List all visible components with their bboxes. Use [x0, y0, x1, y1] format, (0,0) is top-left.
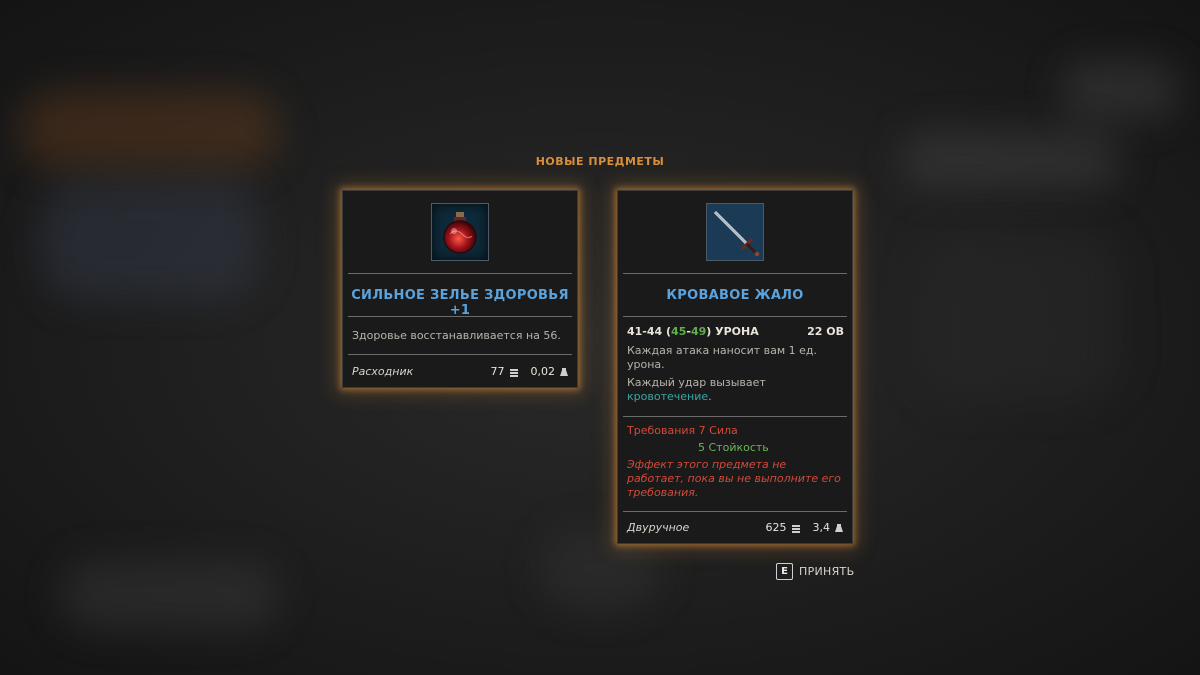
requirements-endurance: 5 Стойкость [698, 441, 769, 454]
item-card-potion[interactable]: СИЛЬНОЕ ЗЕЛЬЕ ЗДОРОВЬЯ +1 Здоровье восст… [342, 190, 578, 388]
background-blur [920, 230, 1120, 400]
requirements-strength: Требования 7 Сила [627, 424, 738, 437]
key-e-hint: E [776, 563, 793, 580]
item-card-sword[interactable]: КРОВАВОЕ ЖАЛО 41-44 (45-49) УРОНА 22 ОВ … [617, 190, 853, 544]
weight-icon [560, 367, 568, 376]
item-type: Расходник [352, 365, 414, 378]
item-stats: 77 0,02 [491, 365, 570, 378]
item-value: 77 [490, 365, 505, 378]
weight-icon [835, 523, 843, 532]
health-potion-icon [431, 203, 489, 261]
divider [348, 316, 572, 317]
background-blur [40, 180, 260, 300]
accept-button[interactable]: E ПРИНЯТЬ [776, 563, 854, 580]
divider [623, 273, 847, 274]
effect-self-damage: Каждая атака наносит вам 1 ед. урона. [627, 344, 818, 371]
item-stats: 625 3,4 [766, 521, 845, 534]
damage-bonus-low: 45 [671, 325, 687, 338]
new-items-title: НОВЫЕ ПРЕДМЕТЫ [535, 155, 665, 168]
bleed-link[interactable]: кровотечение. [627, 390, 843, 404]
divider [348, 354, 572, 355]
coins-icon [791, 524, 800, 533]
divider [623, 511, 847, 512]
sword-icon [706, 203, 764, 261]
damage-label: УРОНА [715, 325, 759, 338]
item-weight: 0,02 [530, 365, 556, 378]
item-value: 625 [765, 521, 787, 534]
damage-bonus-high: 49 [690, 325, 707, 338]
divider [623, 316, 847, 317]
background-blur [60, 560, 280, 630]
item-name: СИЛЬНОЕ ЗЕЛЬЕ ЗДОРОВЬЯ +1 [351, 288, 569, 318]
item-type: Двуручное [627, 521, 690, 534]
ap-cost: 22 ОВ [807, 325, 844, 338]
item-weight: 3,4 [812, 521, 831, 534]
requirements-warning: Эффект этого предмета не работает, пока … [627, 458, 841, 499]
coins-icon [509, 368, 518, 377]
accept-label: ПРИНЯТЬ [799, 565, 855, 578]
effect-bleed: Каждый удар вызывает кровотечение. [627, 376, 843, 404]
damage-line: 41-44 (45-49) УРОНА [627, 325, 759, 338]
item-name: КРОВАВОЕ ЖАЛО [666, 288, 804, 303]
damage-base: 41-44 [627, 325, 663, 338]
item-description: Здоровье восстанавливается на 56. [352, 329, 561, 342]
divider [348, 273, 572, 274]
divider [623, 416, 847, 417]
background-blur [1060, 60, 1180, 120]
